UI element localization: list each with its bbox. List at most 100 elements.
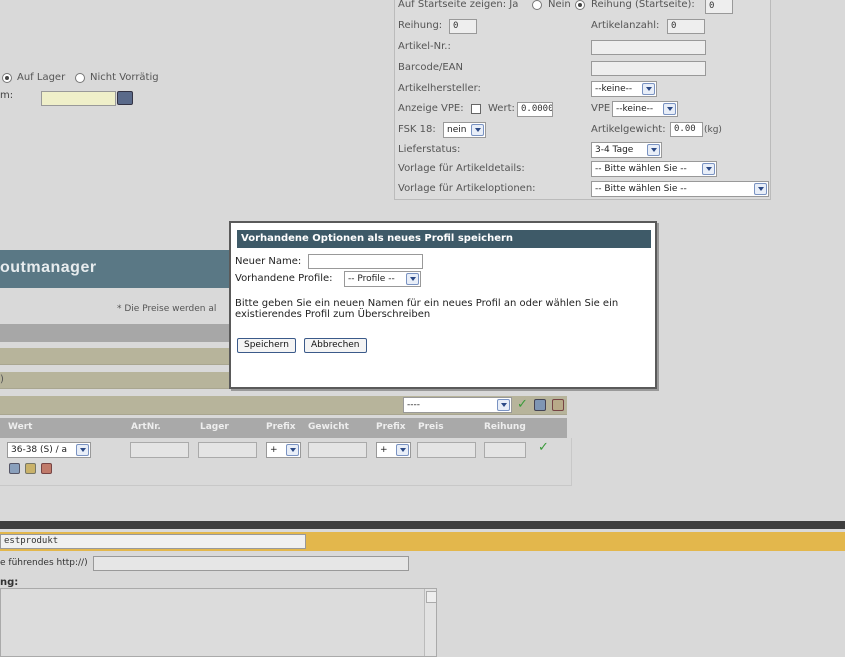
- chevron-down-icon: [642, 83, 655, 95]
- gewicht-row-input[interactable]: [308, 442, 367, 458]
- vorlage-details-select[interactable]: -- Bitte wählen Sie --: [591, 161, 717, 177]
- add-row-icon[interactable]: [9, 463, 20, 474]
- vorlage-optionen-label: Vorlage für Artikeloptionen:: [398, 183, 536, 194]
- lieferstatus-select[interactable]: 3-4 Tage: [591, 142, 662, 158]
- options-table-body: 36-38 (S) / a + + ✓: [0, 438, 572, 486]
- reihung-label: Reihung:: [398, 20, 443, 31]
- nicht-vorraetig-radio[interactable]: [75, 73, 85, 83]
- gewicht-input[interactable]: 0.00: [670, 122, 703, 137]
- header-reihung: Reihung: [484, 422, 526, 432]
- wert-input[interactable]: 0.0000: [517, 102, 553, 117]
- reihung-startseite-label: Reihung (Startseite):: [591, 0, 695, 10]
- article-details-panel: Auf Startseite zeigen: Ja Nein Reihung (…: [394, 0, 771, 200]
- chevron-down-icon: [286, 444, 299, 456]
- chevron-down-icon: [702, 163, 715, 175]
- dark-separator: [0, 521, 845, 529]
- new-name-label: Neuer Name:: [235, 256, 302, 267]
- reihung-input[interactable]: 0: [449, 19, 477, 34]
- product-name-bar: estprodukt: [0, 532, 845, 551]
- option-bar-2: ): [0, 372, 230, 389]
- check-icon[interactable]: ✓: [517, 397, 528, 412]
- header-lager: Lager: [200, 422, 229, 432]
- product-name-input[interactable]: estprodukt: [0, 534, 306, 549]
- prefix1-select[interactable]: +: [266, 442, 301, 458]
- lager-input[interactable]: [198, 442, 257, 458]
- new-name-input[interactable]: [308, 254, 423, 269]
- reihung-startseite-input[interactable]: 0: [705, 0, 733, 14]
- chevron-down-icon: [647, 144, 660, 156]
- cancel-button[interactable]: Abbrechen: [304, 338, 367, 353]
- calendar-dropdown-icon[interactable]: [117, 91, 133, 105]
- option-bar-text: ): [0, 374, 4, 385]
- header-preis: Preis: [418, 422, 444, 432]
- artikelnr-label: Artikel-Nr.:: [398, 41, 451, 52]
- chevron-down-icon: [76, 444, 89, 456]
- save-profile-icon[interactable]: [534, 399, 546, 411]
- delete-row-icon[interactable]: [41, 463, 52, 474]
- artnr-input[interactable]: [130, 442, 189, 458]
- fsk-select[interactable]: nein: [443, 122, 486, 138]
- wert-select-value: 36-38 (S) / a: [11, 445, 68, 455]
- url-input[interactable]: [93, 556, 409, 571]
- option-select[interactable]: ----: [403, 397, 512, 413]
- header-prefix-1: Prefix: [266, 422, 296, 432]
- fsk-select-value: nein: [447, 125, 467, 135]
- startseite-nein-radio[interactable]: [575, 0, 585, 10]
- edit-row-icon[interactable]: [25, 463, 36, 474]
- existing-profiles-label: Vorhandene Profile:: [235, 273, 333, 284]
- description-textarea[interactable]: [0, 588, 437, 657]
- prefix2-select-value: +: [380, 445, 388, 455]
- save-button[interactable]: Speichern: [237, 338, 296, 353]
- vpe-checkbox[interactable]: [471, 104, 481, 114]
- lieferstatus-label: Lieferstatus:: [398, 144, 461, 155]
- option-bar-3: ---- ✓: [0, 396, 567, 415]
- chevron-down-icon: [497, 399, 510, 411]
- vorlage-details-select-value: -- Bitte wählen Sie --: [595, 164, 687, 174]
- vpe2-text: VPE: [591, 103, 611, 114]
- chevron-down-icon: [396, 444, 409, 456]
- chevron-down-icon: [406, 273, 419, 285]
- startseite-label: Auf Startseite zeigen: Ja: [398, 0, 519, 10]
- dialog-message: Bitte geben Sie ein neuen Namen für ein …: [235, 298, 619, 320]
- vorlage-optionen-select[interactable]: -- Bitte wählen Sie --: [591, 181, 769, 197]
- option-bar-1: [0, 348, 230, 365]
- options-table-header: Wert ArtNr. Lager Prefix Gewicht Prefix …: [0, 418, 567, 438]
- fsk-label: FSK 18:: [398, 124, 436, 135]
- existing-profiles-select[interactable]: -- Profile --: [344, 271, 421, 287]
- lieferstatus-select-value: 3-4 Tage: [595, 145, 634, 155]
- dialog-title: Vorhandene Optionen als neues Profil spe…: [237, 230, 651, 248]
- vpe2-select-value: --keine--: [616, 104, 654, 114]
- hersteller-select-value: --keine--: [595, 84, 633, 94]
- barcode-input[interactable]: [591, 61, 706, 76]
- header-artnr: ArtNr.: [131, 422, 161, 432]
- gewicht-unit: (kg): [704, 125, 722, 135]
- chevron-down-icon: [471, 124, 484, 136]
- artikelanzahl-label: Artikelanzahl:: [591, 20, 660, 31]
- artikelnr-input[interactable]: [591, 40, 706, 55]
- vpe2-select[interactable]: --keine--: [612, 101, 678, 117]
- hersteller-label: Artikelhersteller:: [398, 83, 481, 94]
- prefix2-select[interactable]: +: [376, 442, 411, 458]
- textarea-scrollbar[interactable]: [424, 589, 437, 656]
- reihung-row-input[interactable]: [484, 442, 526, 458]
- chevron-down-icon: [754, 183, 767, 195]
- row-check-icon[interactable]: ✓: [538, 440, 549, 455]
- nicht-vorraetig-label: Nicht Vorrätig: [90, 72, 159, 83]
- datum-label: m:: [0, 90, 14, 101]
- wert-select[interactable]: 36-38 (S) / a: [7, 442, 91, 458]
- preis-input[interactable]: [417, 442, 476, 458]
- gray-separator-row: [0, 324, 230, 342]
- hersteller-select[interactable]: --keine--: [591, 81, 657, 97]
- startseite-ja-radio[interactable]: [532, 0, 542, 10]
- artikelanzahl-input[interactable]: 0: [667, 19, 705, 34]
- header-prefix-2: Prefix: [376, 422, 406, 432]
- vpe-label: Anzeige VPE:: [398, 103, 464, 114]
- vorlage-details-label: Vorlage für Artikeldetails:: [398, 163, 525, 174]
- auf-lager-radio[interactable]: [2, 73, 12, 83]
- section-header: outmanager: [0, 250, 230, 288]
- price-note: * Die Preise werden al: [117, 304, 217, 314]
- chevron-down-icon: [663, 103, 676, 115]
- option-select-value: ----: [407, 400, 420, 410]
- load-profile-icon[interactable]: [552, 399, 564, 411]
- datum-input[interactable]: [41, 91, 116, 106]
